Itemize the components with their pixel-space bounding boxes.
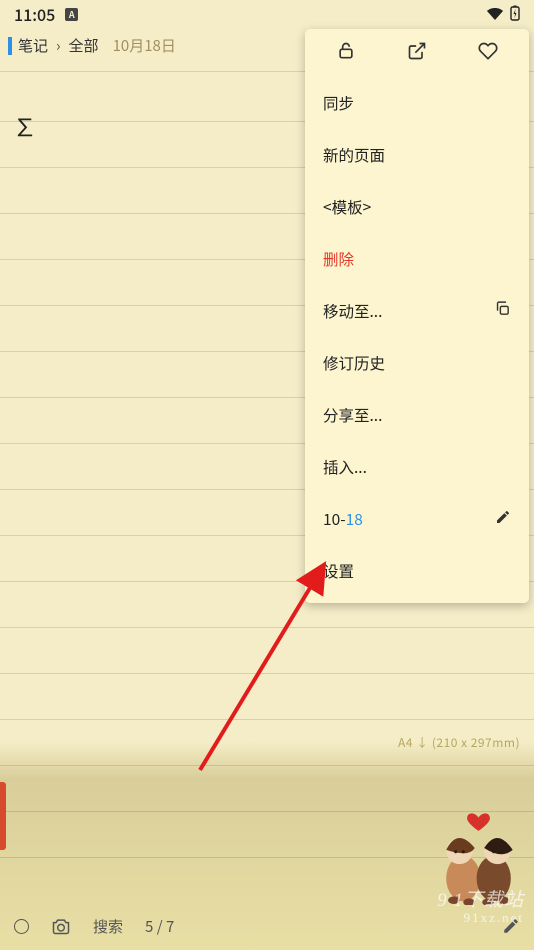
note-content-sigma[interactable]: ∑ [13, 108, 37, 143]
menu-template-label: <模板> [323, 196, 371, 218]
paper-spec-label: A4 ↓ (210 x 297mm) [398, 734, 520, 751]
menu-delete[interactable]: 删除 [305, 233, 529, 285]
menu-revisions[interactable]: 修订历史 [305, 337, 529, 389]
annotation-arrow [190, 550, 350, 780]
lock-icon[interactable] [326, 41, 366, 66]
bottom-toolbar: 搜索 5 / 7 [0, 902, 534, 950]
edit-icon[interactable] [502, 917, 520, 935]
menu-date[interactable]: 10-18 [305, 493, 529, 545]
breadcrumb-all[interactable]: 全部 [69, 35, 99, 56]
menu-move-to[interactable]: 移动至... [305, 285, 529, 337]
breadcrumb-marker [8, 37, 12, 55]
menu-sync-label: 同步 [323, 92, 354, 114]
open-external-icon[interactable] [397, 41, 437, 66]
menu-new-page[interactable]: 新的页面 [305, 129, 529, 181]
page-counter[interactable]: 5 / 7 [145, 916, 174, 937]
heart-icon[interactable] [468, 41, 508, 66]
menu-new-page-label: 新的页面 [323, 144, 385, 166]
status-time: 11:05 [14, 2, 55, 26]
pencil-icon [495, 508, 511, 530]
wifi-icon [486, 2, 504, 26]
menu-share-to[interactable]: 分享至... [305, 389, 529, 441]
menu-move-to-label: 移动至... [323, 300, 382, 322]
search-label[interactable]: 搜索 [93, 916, 123, 937]
breadcrumb-notes[interactable]: 笔记 [18, 35, 48, 56]
menu-insert-label: 插入... [323, 456, 367, 478]
bookmark-tab[interactable] [0, 782, 6, 850]
status-bar: 11:05 A [0, 0, 534, 28]
breadcrumb-sep: › [56, 35, 61, 56]
keyboard-indicator-icon: A [65, 8, 78, 21]
breadcrumb-date: 10月18日 [113, 35, 176, 56]
battery-charging-icon [510, 2, 520, 26]
overflow-menu: 同步 新的页面 <模板> 删除 移动至... 修订历史 分享至... 插入...… [305, 29, 529, 603]
menu-sync[interactable]: 同步 [305, 77, 529, 129]
camera-icon[interactable] [51, 917, 71, 935]
menu-revisions-label: 修订历史 [323, 352, 385, 374]
menu-template[interactable]: <模板> [305, 181, 529, 233]
menu-share-to-label: 分享至... [323, 404, 382, 426]
menu-delete-label: 删除 [323, 248, 354, 270]
menu-insert[interactable]: 插入... [305, 441, 529, 493]
menu-date-label: 10-18 [323, 508, 363, 530]
copy-icon [494, 300, 511, 322]
record-icon[interactable] [14, 919, 29, 934]
